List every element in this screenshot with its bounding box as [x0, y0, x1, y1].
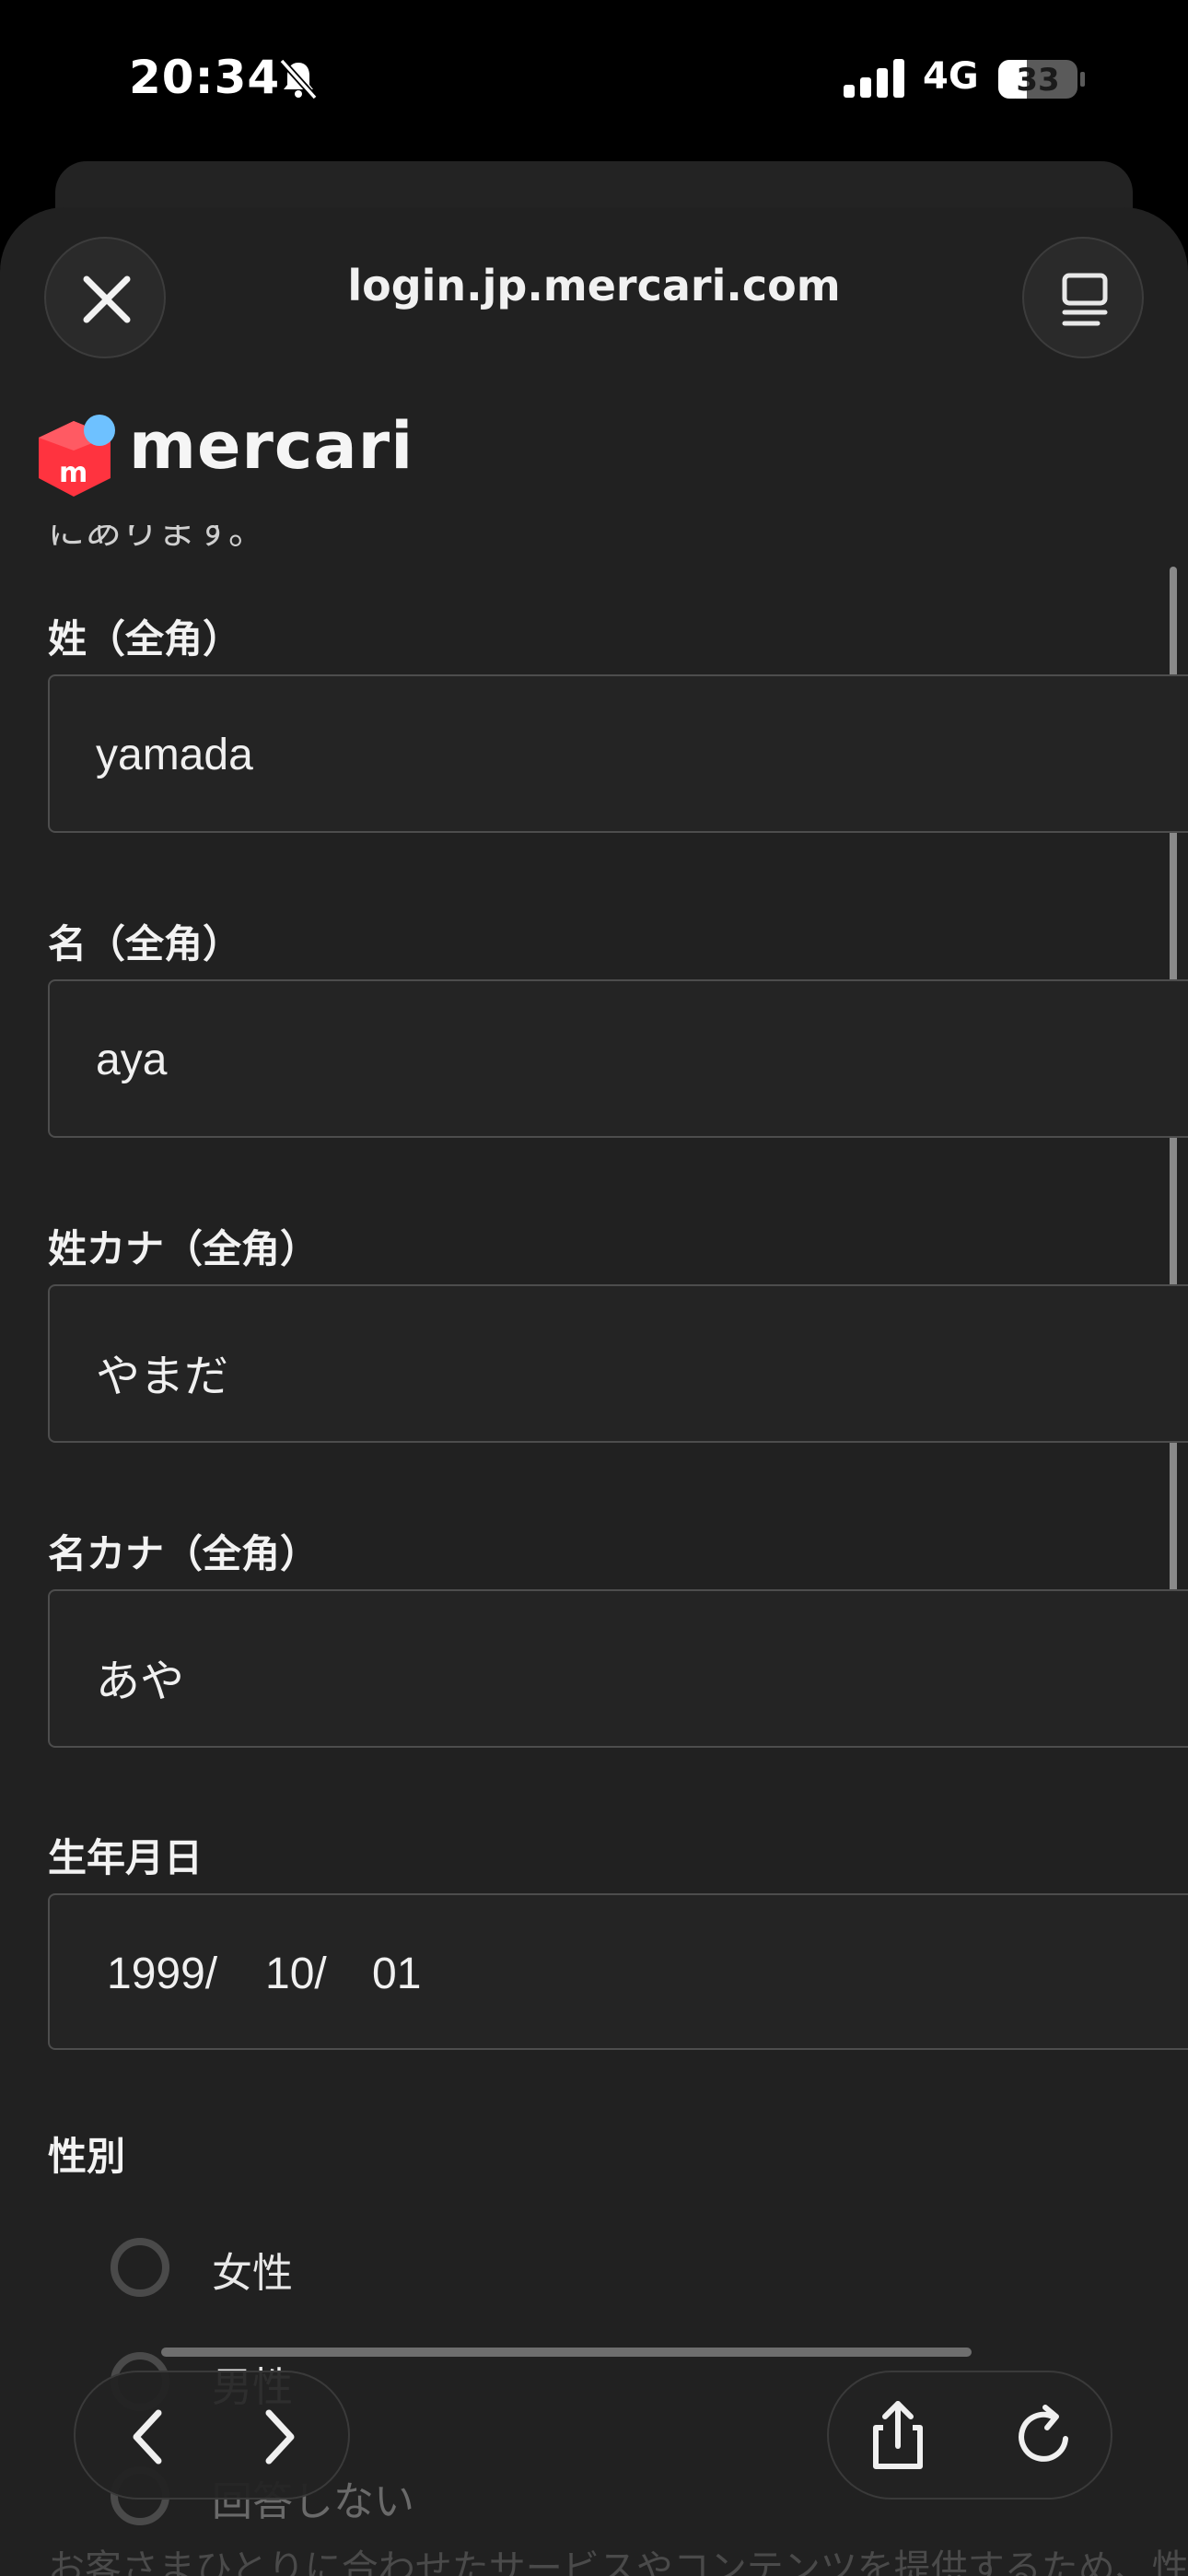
gender-option-female[interactable]: 女性: [212, 2240, 293, 2299]
birthday-input[interactable]: 1999/ 10/ 01: [48, 1893, 1188, 2050]
last-name-kana-label: 姓カナ（全角）: [48, 1226, 320, 1271]
birthday-year[interactable]: 1999/: [107, 1949, 217, 1999]
first-name-input[interactable]: aya: [48, 979, 1188, 1138]
gender-label: 性別: [48, 2134, 126, 2179]
first-name-kana-value: あや: [96, 1657, 185, 1706]
status-time: 20:34: [129, 51, 281, 104]
birthday-day[interactable]: 01: [372, 1949, 421, 1999]
action-group: [827, 2371, 1112, 2500]
bell-muted-icon: [279, 58, 318, 100]
last-name-kana-input[interactable]: やまだ: [48, 1284, 1188, 1443]
share-button[interactable]: [833, 2372, 962, 2501]
reload-icon: [1019, 2405, 1068, 2462]
last-name-value: yamada: [96, 731, 253, 779]
back-icon: [133, 2409, 162, 2465]
battery-icon: 33: [997, 59, 1086, 100]
share-icon: [873, 2401, 923, 2469]
last-name-label: 姓（全角）: [48, 616, 242, 662]
network-type: 4G: [923, 55, 979, 98]
close-icon: [83, 275, 131, 323]
close-button[interactable]: [44, 237, 166, 358]
reader-icon: [1062, 273, 1108, 326]
reload-button[interactable]: [981, 2372, 1110, 2501]
url-label[interactable]: login.jp.mercari.com: [230, 261, 958, 310]
page-scroll-indicator: [161, 2348, 972, 2357]
first-name-label: 名（全角）: [48, 921, 242, 966]
mercari-logo: m: [39, 415, 115, 497]
reader-button[interactable]: [1022, 237, 1144, 358]
gender-radio-female[interactable]: [111, 2238, 169, 2297]
birthday-label: 生年月日: [48, 1835, 204, 1880]
footer-text: お客さまひとりに合わせたサービスやコンテンツを提供するため、性別: [48, 2547, 1188, 2576]
status-bar: 20:34 4G 33: [0, 0, 1188, 161]
last-name-input[interactable]: yamada: [48, 674, 1188, 833]
back-button[interactable]: [85, 2372, 214, 2501]
first-name-kana-input[interactable]: あや: [48, 1589, 1188, 1748]
battery-level: 33: [1016, 62, 1060, 99]
signal-icon: [844, 59, 904, 98]
svg-text:m: m: [59, 457, 87, 489]
forward-icon: [265, 2409, 295, 2465]
navigation-group: [74, 2371, 350, 2500]
forward-button[interactable]: [214, 2372, 343, 2501]
birthday-month[interactable]: 10/: [265, 1949, 327, 1999]
browser-sheet: login.jp.mercari.com m mercari にあります。 姓（…: [0, 207, 1188, 2576]
first-name-kana-label: 名カナ（全角）: [48, 1531, 320, 1576]
last-name-kana-value: やまだ: [96, 1352, 229, 1401]
partial-text: にあります。: [48, 525, 265, 553]
brand-name: mercari: [129, 408, 414, 484]
first-name-value: aya: [96, 1036, 168, 1084]
